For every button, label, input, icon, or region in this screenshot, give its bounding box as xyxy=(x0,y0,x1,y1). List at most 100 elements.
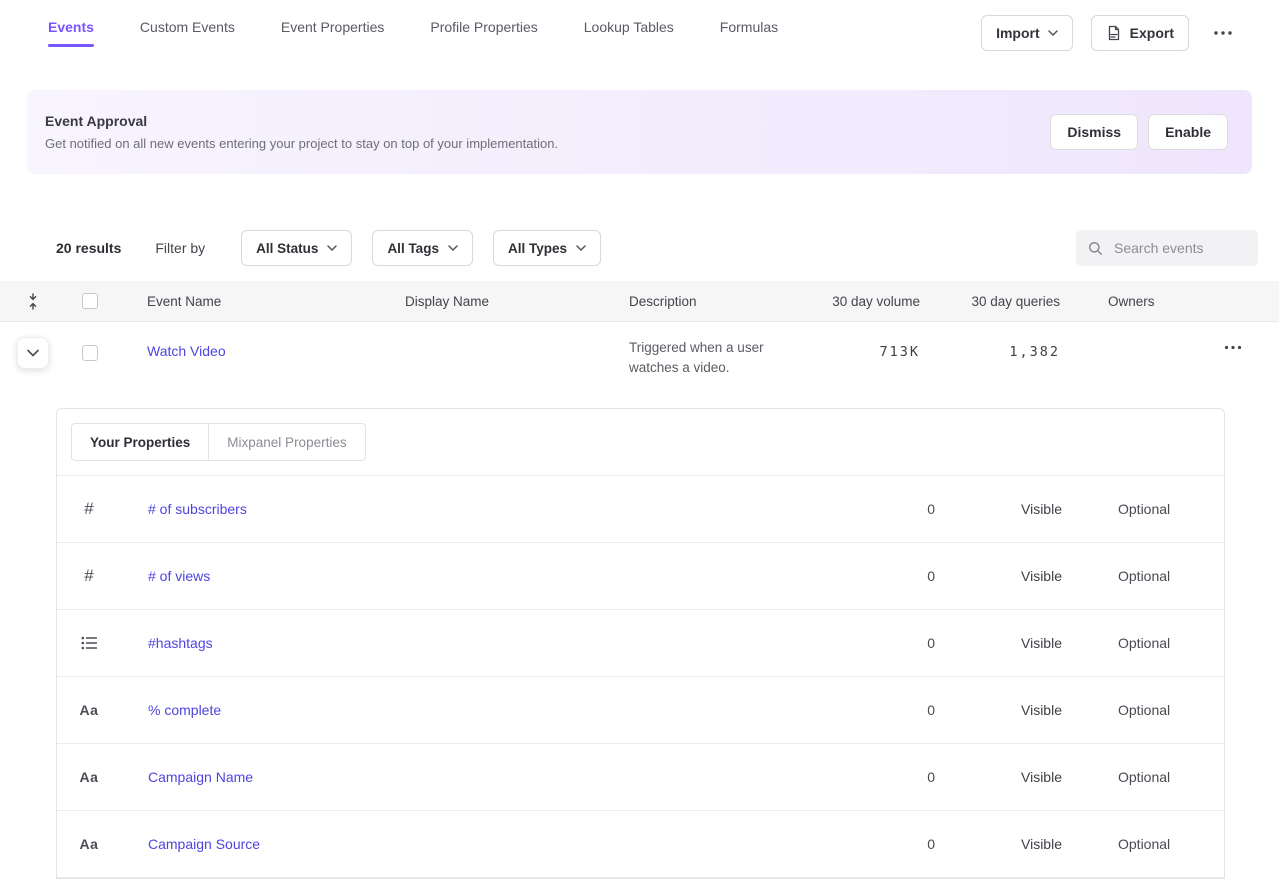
dismiss-button[interactable]: Dismiss xyxy=(1050,114,1138,150)
banner-title: Event Approval xyxy=(45,113,558,129)
filter-bar: 20 results Filter by All Status All Tags… xyxy=(56,230,1258,266)
property-query-count: 0 xyxy=(865,769,985,785)
top-nav: Events Custom Events Event Properties Pr… xyxy=(0,0,1279,66)
select-all-checkbox[interactable] xyxy=(82,293,98,309)
tab-formulas-label: Formulas xyxy=(720,19,778,35)
property-visibility: Visible xyxy=(985,702,1085,718)
banner-actions: Dismiss Enable xyxy=(1050,114,1228,150)
header-30-day-volume: 30 day volume xyxy=(802,294,930,309)
status-filter-label: All Status xyxy=(256,241,318,256)
results-count: 20 results xyxy=(56,240,121,256)
search-icon xyxy=(1088,241,1103,256)
property-query-count: 0 xyxy=(865,501,985,517)
row-more-options-button[interactable] xyxy=(1218,341,1248,354)
property-query-count: 0 xyxy=(865,836,985,852)
banner-description: Get notified on all new events entering … xyxy=(45,136,558,151)
types-filter-label: All Types xyxy=(508,241,567,256)
tab-mixpanel-properties[interactable]: Mixpanel Properties xyxy=(209,423,365,461)
search-input[interactable] xyxy=(1112,239,1246,257)
tab-profile-properties-label: Profile Properties xyxy=(430,19,537,35)
number-type-icon: # xyxy=(84,566,93,586)
chevron-down-icon xyxy=(327,245,337,251)
header-event-name: Event Name xyxy=(130,294,388,309)
row-checkbox[interactable] xyxy=(82,345,98,361)
property-name-link[interactable]: Campaign Source xyxy=(121,836,260,852)
types-filter-dropdown[interactable]: All Types xyxy=(493,230,601,266)
property-visibility: Visible xyxy=(985,769,1085,785)
property-name-link[interactable]: # of subscribers xyxy=(121,501,247,517)
ellipsis-icon xyxy=(1213,30,1233,36)
number-type-icon: # xyxy=(84,499,93,519)
property-name-link[interactable]: Campaign Name xyxy=(121,769,253,785)
property-status: Optional xyxy=(1085,769,1224,785)
tab-events[interactable]: Events xyxy=(48,19,94,47)
property-row: # # of subscribers 0 Visible Optional xyxy=(57,476,1224,543)
header-30-day-queries: 30 day queries xyxy=(930,294,1070,309)
property-name-link[interactable]: #hashtags xyxy=(121,635,213,651)
chevron-down-icon xyxy=(27,349,39,357)
property-row: Aa Campaign Source 0 Visible Optional xyxy=(57,811,1224,878)
text-type-icon: Aa xyxy=(80,836,99,852)
active-tab-underline xyxy=(48,44,94,47)
property-visibility: Visible xyxy=(985,568,1085,584)
tab-lookup-tables-label: Lookup Tables xyxy=(584,19,674,35)
event-30-day-volume: 713K xyxy=(802,344,930,360)
property-visibility: Visible xyxy=(985,836,1085,852)
tab-your-properties[interactable]: Your Properties xyxy=(71,423,209,461)
event-properties-panel: Your Properties Mixpanel Properties # # … xyxy=(56,408,1225,879)
event-description: Triggered when a user watches a video. xyxy=(612,338,802,378)
tags-filter-label: All Tags xyxy=(387,241,439,256)
property-name-link[interactable]: # of views xyxy=(121,568,210,584)
tab-events-label: Events xyxy=(48,19,94,35)
export-csv-icon xyxy=(1106,25,1122,41)
collapse-row-button[interactable] xyxy=(17,337,49,369)
event-30-day-queries: 1,382 xyxy=(930,344,1070,360)
header-display-name: Display Name xyxy=(388,294,612,309)
tab-custom-events-label: Custom Events xyxy=(140,19,235,35)
property-status: Optional xyxy=(1085,568,1224,584)
banner-text: Event Approval Get notified on all new e… xyxy=(45,113,558,151)
filter-by-label: Filter by xyxy=(155,240,205,256)
import-button[interactable]: Import xyxy=(981,15,1073,51)
tab-lookup-tables[interactable]: Lookup Tables xyxy=(584,19,674,47)
nav-tabs: Events Custom Events Event Properties Pr… xyxy=(48,19,778,47)
enable-button[interactable]: Enable xyxy=(1148,114,1228,150)
status-filter-dropdown[interactable]: All Status xyxy=(241,230,352,266)
tags-filter-dropdown[interactable]: All Tags xyxy=(372,230,473,266)
list-type-icon xyxy=(81,636,97,650)
property-status: Optional xyxy=(1085,501,1224,517)
import-button-label: Import xyxy=(996,25,1040,41)
property-query-count: 0 xyxy=(865,635,985,651)
top-nav-actions: Import Export xyxy=(981,15,1239,51)
tab-event-properties-label: Event Properties xyxy=(281,19,385,35)
property-query-count: 0 xyxy=(865,702,985,718)
property-visibility: Visible xyxy=(985,501,1085,517)
tab-formulas[interactable]: Formulas xyxy=(720,19,778,47)
property-row: #hashtags 0 Visible Optional xyxy=(57,610,1224,677)
text-type-icon: Aa xyxy=(80,769,99,785)
event-approval-banner: Event Approval Get notified on all new e… xyxy=(27,90,1252,174)
header-description: Description xyxy=(612,294,802,309)
header-owners: Owners xyxy=(1070,294,1200,309)
more-options-button[interactable] xyxy=(1207,26,1239,40)
collapse-all-button[interactable] xyxy=(20,289,46,314)
text-type-icon: Aa xyxy=(80,702,99,718)
ellipsis-icon xyxy=(1224,345,1242,350)
property-status: Optional xyxy=(1085,635,1224,651)
properties-tabs: Your Properties Mixpanel Properties xyxy=(57,409,1224,461)
table-row: Watch Video Triggered when a user watche… xyxy=(0,322,1279,408)
export-button[interactable]: Export xyxy=(1091,15,1189,51)
search-box xyxy=(1076,230,1258,266)
property-visibility: Visible xyxy=(985,635,1085,651)
events-table-header: Event Name Display Name Description 30 d… xyxy=(0,281,1279,322)
property-row: Aa % complete 0 Visible Optional xyxy=(57,677,1224,744)
chevron-down-icon xyxy=(1048,30,1058,36)
tab-profile-properties[interactable]: Profile Properties xyxy=(430,19,537,47)
property-name-link[interactable]: % complete xyxy=(121,702,221,718)
property-row: # # of views 0 Visible Optional xyxy=(57,543,1224,610)
tab-event-properties[interactable]: Event Properties xyxy=(281,19,385,47)
property-query-count: 0 xyxy=(865,568,985,584)
event-name-link[interactable]: Watch Video xyxy=(147,343,226,359)
tab-custom-events[interactable]: Custom Events xyxy=(140,19,235,47)
export-button-label: Export xyxy=(1130,25,1174,41)
